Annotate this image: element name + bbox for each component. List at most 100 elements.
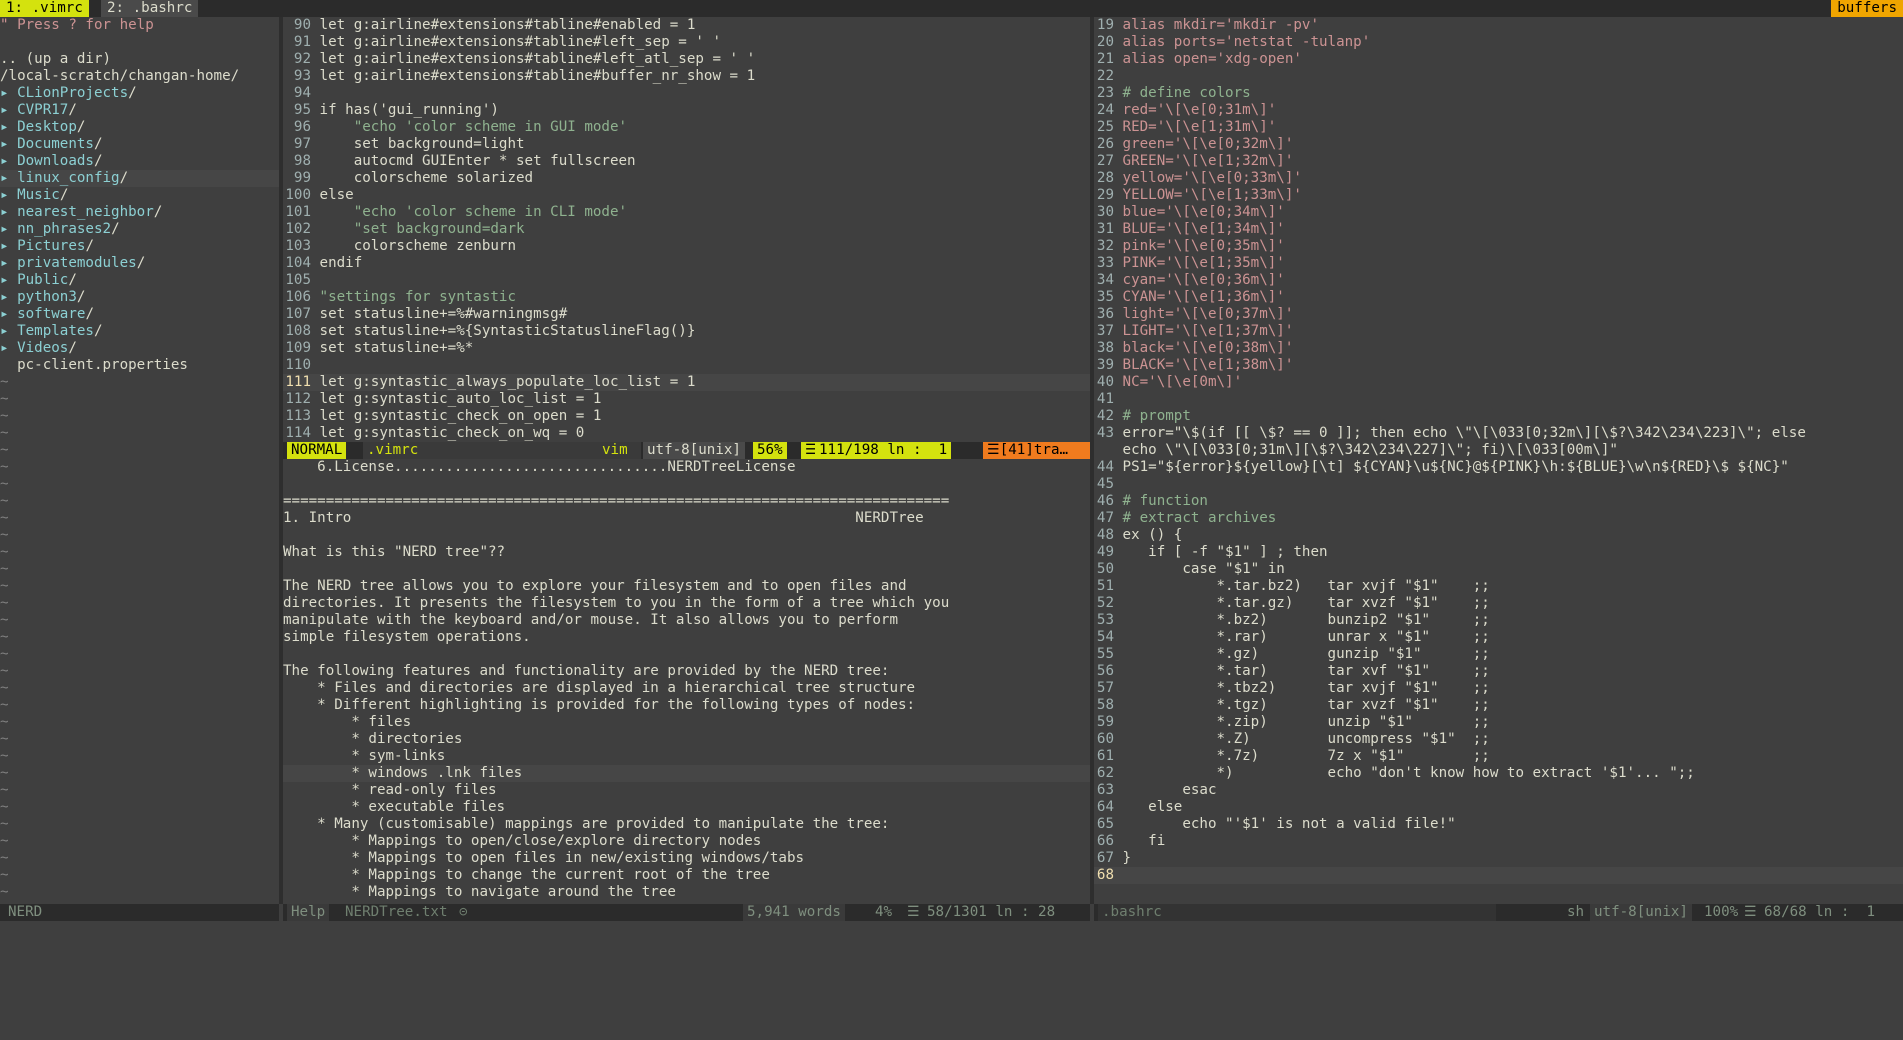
code-line[interactable]: 100 else xyxy=(283,187,1090,204)
code-line[interactable]: 68 xyxy=(1094,867,1903,884)
code-line[interactable]: 23 # define colors xyxy=(1094,85,1903,102)
help-line[interactable]: * Mappings to change the current root of… xyxy=(283,867,1090,884)
tree-item[interactable]: ▸ privatemodules/ xyxy=(0,255,279,272)
help-line[interactable]: * files xyxy=(283,714,1090,731)
help-line[interactable]: * Files and directories are displayed in… xyxy=(283,680,1090,697)
tree-item[interactable]: ▸ nearest_neighbor/ xyxy=(0,204,279,221)
code-line[interactable]: 43 error="\$(if [[ \$? == 0 ]]; then ech… xyxy=(1094,425,1903,442)
tree-item[interactable]: ▸ software/ xyxy=(0,306,279,323)
help-line[interactable] xyxy=(283,561,1090,578)
tree-item[interactable]: ▸ python3/ xyxy=(0,289,279,306)
help-line[interactable]: The NERD tree allows you to explore your… xyxy=(283,578,1090,595)
code-line[interactable]: 59 *.zip) unzip "$1" ;; xyxy=(1094,714,1903,731)
code-line[interactable]: 54 *.rar) unrar x "$1" ;; xyxy=(1094,629,1903,646)
code-line[interactable]: 104 endif xyxy=(283,255,1090,272)
code-line[interactable]: 42 # prompt xyxy=(1094,408,1903,425)
code-line[interactable]: 114 let g:syntastic_check_on_wq = 0 xyxy=(283,425,1090,442)
code-line[interactable]: 44 PS1="${error}${yellow}[\t] ${CYAN}\u$… xyxy=(1094,459,1903,476)
tree-item[interactable]: ▸ CLionProjects/ xyxy=(0,85,279,102)
code-line[interactable]: 58 *.tgz) tar xvzf "$1" ;; xyxy=(1094,697,1903,714)
code-line[interactable]: 96 "echo 'color scheme in GUI mode' xyxy=(283,119,1090,136)
code-line[interactable]: 55 *.gz) gunzip "$1" ;; xyxy=(1094,646,1903,663)
code-line[interactable]: 41 xyxy=(1094,391,1903,408)
code-line[interactable]: 19 alias mkdir='mkdir -pv' xyxy=(1094,17,1903,34)
code-line[interactable]: 49 if [ -f "$1" ] ; then xyxy=(1094,544,1903,561)
tree-item[interactable]: ▸ Public/ xyxy=(0,272,279,289)
nerdtree-pane[interactable]: " Press ? for help .. (up a dir)/local-sc… xyxy=(0,17,279,904)
tree-item[interactable]: ▸ linux_config/ xyxy=(0,170,279,187)
code-line[interactable]: 35 CYAN='\[\e[1;36m\]' xyxy=(1094,289,1903,306)
tree-item[interactable]: pc-client.properties xyxy=(0,357,279,374)
code-line[interactable]: 60 *.Z) uncompress "$1" ;; xyxy=(1094,731,1903,748)
code-line[interactable]: 29 YELLOW='\[\e[1;33m\]' xyxy=(1094,187,1903,204)
tree-item[interactable]: /local-scratch/changan-home/ xyxy=(0,68,279,85)
code-line[interactable]: 101 "echo 'color scheme in CLI mode' xyxy=(283,204,1090,221)
code-line[interactable]: 21 alias open='xdg-open' xyxy=(1094,51,1903,68)
code-line[interactable]: 32 pink='\[\e[0;35m\]' xyxy=(1094,238,1903,255)
vimrc-editor[interactable]: 90 let g:airline#extensions#tabline#enab… xyxy=(283,17,1090,442)
code-line[interactable]: 99 colorscheme solarized xyxy=(283,170,1090,187)
code-line[interactable]: 37 LIGHT='\[\e[1;37m\]' xyxy=(1094,323,1903,340)
help-line[interactable]: * Mappings to open/close/explore directo… xyxy=(283,833,1090,850)
tree-item[interactable]: ▸ nn_phrases2/ xyxy=(0,221,279,238)
code-line[interactable]: 64 else xyxy=(1094,799,1903,816)
code-line[interactable]: 34 cyan='\[\e[0;36m\]' xyxy=(1094,272,1903,289)
command-line[interactable] xyxy=(0,921,1903,939)
tree-item[interactable]: " Press ? for help xyxy=(0,17,279,34)
code-line[interactable]: 93 let g:airline#extensions#tabline#buff… xyxy=(283,68,1090,85)
bashrc-editor[interactable]: 19 alias mkdir='mkdir -pv' 20 alias ports… xyxy=(1094,17,1903,887)
help-line[interactable]: * executable files xyxy=(283,799,1090,816)
tree-item[interactable] xyxy=(0,34,279,51)
tree-item[interactable]: ▸ Pictures/ xyxy=(0,238,279,255)
code-line[interactable]: 24 red='\[\e[0;31m\]' xyxy=(1094,102,1903,119)
code-line[interactable]: echo \"\[\033[0;31m\][\$?\342\234\227]\"… xyxy=(1094,442,1903,459)
code-line[interactable]: 103 colorscheme zenburn xyxy=(283,238,1090,255)
help-line[interactable]: * read-only files xyxy=(283,782,1090,799)
code-line[interactable]: 61 *.7z) 7z x "$1" ;; xyxy=(1094,748,1903,765)
code-line[interactable]: 98 autocmd GUIEnter * set fullscreen xyxy=(283,153,1090,170)
help-line[interactable]: 1. Intro NERDTree xyxy=(283,510,1090,527)
code-line[interactable]: 57 *.tbz2) tar xvjf "$1" ;; xyxy=(1094,680,1903,697)
code-line[interactable]: 91 let g:airline#extensions#tabline#left… xyxy=(283,34,1090,51)
code-line[interactable]: 67 } xyxy=(1094,850,1903,867)
code-line[interactable]: 26 green='\[\e[0;32m\]' xyxy=(1094,136,1903,153)
code-line[interactable]: 52 *.tar.gz) tar xvzf "$1" ;; xyxy=(1094,595,1903,612)
code-line[interactable]: 39 BLACK='\[\e[1;38m\]' xyxy=(1094,357,1903,374)
code-line[interactable]: 112 let g:syntastic_auto_loc_list = 1 xyxy=(283,391,1090,408)
help-line[interactable]: 6.License...............................… xyxy=(283,459,1090,476)
code-line[interactable]: 50 case "$1" in xyxy=(1094,561,1903,578)
code-line[interactable]: 30 blue='\[\e[0;34m\]' xyxy=(1094,204,1903,221)
help-line[interactable] xyxy=(283,527,1090,544)
code-line[interactable]: 108 set statusline+=%{SyntasticStatuslin… xyxy=(283,323,1090,340)
tree-item[interactable]: ▸ Downloads/ xyxy=(0,153,279,170)
help-line[interactable] xyxy=(283,646,1090,663)
code-line[interactable]: 106 "settings for syntastic xyxy=(283,289,1090,306)
code-line[interactable]: 40 NC='\[\e[0m\]' xyxy=(1094,374,1903,391)
code-line[interactable]: 65 echo "'$1' is not a valid file!" xyxy=(1094,816,1903,833)
help-line[interactable] xyxy=(283,476,1090,493)
tab-vimrc[interactable]: 1: .vimrc xyxy=(0,0,89,17)
code-line[interactable]: 113 let g:syntastic_check_on_open = 1 xyxy=(283,408,1090,425)
tree-item[interactable]: .. (up a dir) xyxy=(0,51,279,68)
tree-item[interactable]: ▸ Music/ xyxy=(0,187,279,204)
tree-item[interactable]: ▸ CVPR17/ xyxy=(0,102,279,119)
code-line[interactable]: 107 set statusline+=%#warningmsg# xyxy=(283,306,1090,323)
tree-item[interactable]: ▸ Templates/ xyxy=(0,323,279,340)
code-line[interactable]: 66 fi xyxy=(1094,833,1903,850)
code-line[interactable]: 102 "set background=dark xyxy=(283,221,1090,238)
code-line[interactable]: 27 GREEN='\[\e[1;32m\]' xyxy=(1094,153,1903,170)
code-line[interactable]: 95 if has('gui_running') xyxy=(283,102,1090,119)
code-line[interactable]: 97 set background=light xyxy=(283,136,1090,153)
code-line[interactable]: 62 *) echo "don't know how to extract '$… xyxy=(1094,765,1903,782)
tree-item[interactable]: ▸ Documents/ xyxy=(0,136,279,153)
help-line[interactable]: * Different highlighting is provided for… xyxy=(283,697,1090,714)
help-line[interactable]: * Mappings to navigate around the tree xyxy=(283,884,1090,901)
code-line[interactable]: 31 BLUE='\[\e[1;34m\]' xyxy=(1094,221,1903,238)
code-line[interactable]: 47 # extract archives xyxy=(1094,510,1903,527)
code-line[interactable]: 20 alias ports='netstat -tulanp' xyxy=(1094,34,1903,51)
tab-bashrc[interactable]: 2: .bashrc xyxy=(101,0,199,17)
code-line[interactable]: 46 # function xyxy=(1094,493,1903,510)
help-line[interactable]: * windows .lnk files xyxy=(283,765,1090,782)
code-line[interactable]: 33 PINK='\[\e[1;35m\]' xyxy=(1094,255,1903,272)
help-line[interactable]: What is this "NERD tree"?? xyxy=(283,544,1090,561)
